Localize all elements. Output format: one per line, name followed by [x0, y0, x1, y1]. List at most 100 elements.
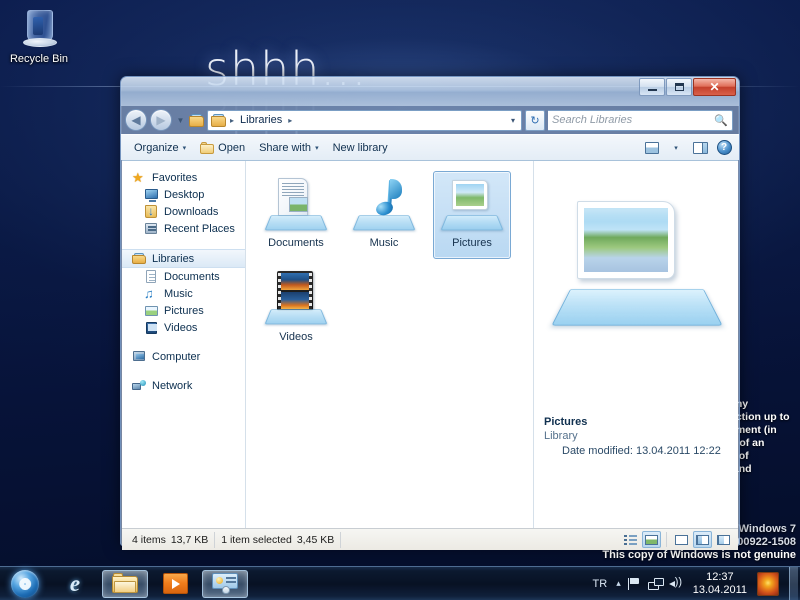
pane-layout-2-icon — [696, 534, 709, 545]
list-item-label: Documents — [268, 237, 324, 249]
recent-pages-chevron-icon[interactable]: ▼ — [175, 116, 186, 125]
start-button[interactable] — [2, 569, 48, 599]
preview-title: Pictures — [544, 416, 588, 428]
minimize-button[interactable] — [639, 78, 665, 96]
search-placeholder: Search Libraries — [552, 114, 633, 126]
taskbar-item-windows-explorer[interactable] — [102, 569, 148, 598]
sidebar-item-downloads[interactable]: Downloads — [122, 203, 245, 220]
language-indicator[interactable]: TR — [591, 578, 610, 590]
nav-spacer-3 — [122, 367, 245, 377]
list-item-label: Music — [369, 237, 399, 249]
help-icon: ? — [716, 140, 732, 155]
sidebar-item-videos[interactable]: Videos — [122, 319, 245, 336]
details-view-button[interactable] — [621, 531, 640, 548]
large-icons-view-button[interactable] — [642, 531, 661, 548]
list-item-videos[interactable]: Videos — [257, 265, 335, 353]
file-list-pane[interactable]: Documents Music Pictures Videos — [246, 161, 533, 528]
help-button[interactable]: ? — [713, 138, 735, 158]
list-item-documents[interactable]: Documents — [257, 171, 335, 259]
status-bar: 4 items 13,7 KB 1 item selected 3,45 KB — [122, 528, 738, 550]
volume-button[interactable] — [668, 576, 683, 590]
pane-layout-2-button[interactable] — [693, 531, 712, 548]
view-icon — [645, 141, 659, 154]
videos-icon — [144, 321, 159, 334]
change-view-dropdown[interactable]: ▾ — [665, 138, 687, 158]
taskbar[interactable]: e TR ▴ 12:37 13.04.2011 — [0, 566, 800, 600]
open-label: Open — [218, 141, 246, 154]
sidebar-label-desktop: Desktop — [164, 188, 205, 201]
maximize-button[interactable] — [666, 78, 692, 96]
speaker-icon — [668, 576, 683, 590]
taskbar-item-control-panel[interactable] — [202, 569, 248, 598]
address-row: ◀ ▶ ▼ ▸ Libraries ▸ ▾ ↻ Search Libraries… — [121, 106, 739, 134]
sidebar-item-network[interactable]: Network — [122, 377, 245, 394]
show-desktop-button[interactable] — [789, 566, 798, 600]
share-with-label: Share with — [259, 141, 312, 154]
sidebar-label-network: Network — [152, 379, 193, 392]
change-view-button[interactable] — [641, 138, 663, 158]
computer-icon — [132, 350, 147, 363]
sidebar-label-documents: Documents — [164, 270, 220, 283]
clock[interactable]: 12:37 13.04.2011 — [690, 571, 750, 597]
pictures-library-large-icon — [544, 189, 729, 339]
nav-spacer-2 — [122, 338, 245, 348]
network-button[interactable] — [647, 577, 664, 590]
status-separator — [666, 532, 667, 547]
libraries-icon — [189, 113, 204, 127]
refresh-button[interactable]: ↻ — [525, 109, 545, 131]
pane-layout-3-button[interactable] — [714, 531, 733, 548]
breadcrumb-separator-icon-2[interactable]: ▸ — [287, 116, 293, 125]
status-selection-text: 1 item selected — [221, 533, 292, 546]
open-button[interactable]: Open — [193, 139, 252, 157]
breadcrumb-separator-icon: ▸ — [230, 115, 235, 125]
sidebar-item-desktop[interactable]: Desktop — [122, 186, 245, 203]
back-button[interactable]: ◀ — [125, 109, 147, 131]
address-dropdown-icon[interactable]: ▾ — [507, 116, 519, 125]
list-item-label: Pictures — [452, 237, 492, 249]
forward-button[interactable]: ▶ — [150, 109, 172, 131]
preview-date-value: 13.04.2011 12:22 — [636, 445, 721, 457]
pane-layout-1-button[interactable] — [672, 531, 691, 548]
list-item-pictures[interactable]: Pictures — [433, 171, 511, 259]
flower-gadget-icon[interactable] — [757, 571, 779, 596]
window-titlebar[interactable]: ✕ — [121, 77, 739, 106]
close-button[interactable]: ✕ — [693, 78, 736, 96]
organize-button[interactable]: Organize ▾ — [127, 139, 193, 157]
status-items-size: 13,7 KB — [170, 533, 209, 546]
downloads-icon — [144, 204, 159, 218]
search-icon: 🔍 — [714, 114, 728, 127]
status-items-count: 4 items — [132, 533, 166, 546]
clock-date: 13.04.2011 — [692, 583, 747, 596]
taskbar-item-windows-media-player[interactable] — [152, 570, 198, 598]
sidebar-item-favorites[interactable]: ★ Favorites — [122, 169, 245, 186]
navigation-pane[interactable]: ★ Favorites Desktop Downloads Recent Pla… — [122, 161, 246, 528]
large-icons-view-icon — [645, 534, 658, 545]
show-hidden-icons-chevron-icon[interactable]: ▴ — [616, 578, 621, 589]
list-item-music[interactable]: Music — [345, 171, 423, 259]
sidebar-item-documents[interactable]: Documents — [122, 268, 245, 285]
windows-logo-icon — [11, 569, 39, 598]
explorer-window[interactable]: ✕ ◀ ▶ ▼ ▸ Libraries ▸ ▾ ↻ Search Librari… — [120, 76, 740, 550]
sidebar-item-recent-places[interactable]: Recent Places — [122, 220, 245, 237]
chevron-down-icon-3: ▾ — [674, 144, 678, 152]
share-with-button[interactable]: Share with ▾ — [252, 139, 326, 157]
taskbar-item-internet-explorer[interactable]: e — [52, 570, 98, 598]
sidebar-item-libraries[interactable]: Libraries — [122, 249, 245, 268]
sidebar-item-pictures[interactable]: Pictures — [122, 302, 245, 319]
new-library-button[interactable]: New library — [326, 139, 395, 157]
sidebar-item-computer[interactable]: Computer — [122, 348, 245, 365]
windows-explorer-icon — [112, 573, 138, 594]
windows-media-player-icon — [162, 573, 188, 594]
action-center-button[interactable] — [627, 577, 641, 590]
notice-line-5: e of — [730, 450, 749, 462]
sidebar-item-music[interactable]: ♫ Music — [122, 285, 245, 302]
new-library-label: New library — [332, 141, 388, 154]
recycle-bin-desktop-icon[interactable]: Recycle Bin — [6, 8, 72, 66]
search-input[interactable]: Search Libraries 🔍 — [548, 109, 733, 131]
address-bar[interactable]: ▸ Libraries ▸ ▾ — [207, 109, 522, 131]
preview-details: Pictures Library Date modified: 13.04.20… — [544, 416, 734, 457]
desktop[interactable]: shhh... shhh... Recycle Bin any action u… — [0, 0, 800, 600]
window-controls: ✕ — [639, 78, 736, 96]
breadcrumb-libraries[interactable]: Libraries — [238, 114, 284, 126]
preview-pane-button[interactable] — [689, 138, 711, 158]
